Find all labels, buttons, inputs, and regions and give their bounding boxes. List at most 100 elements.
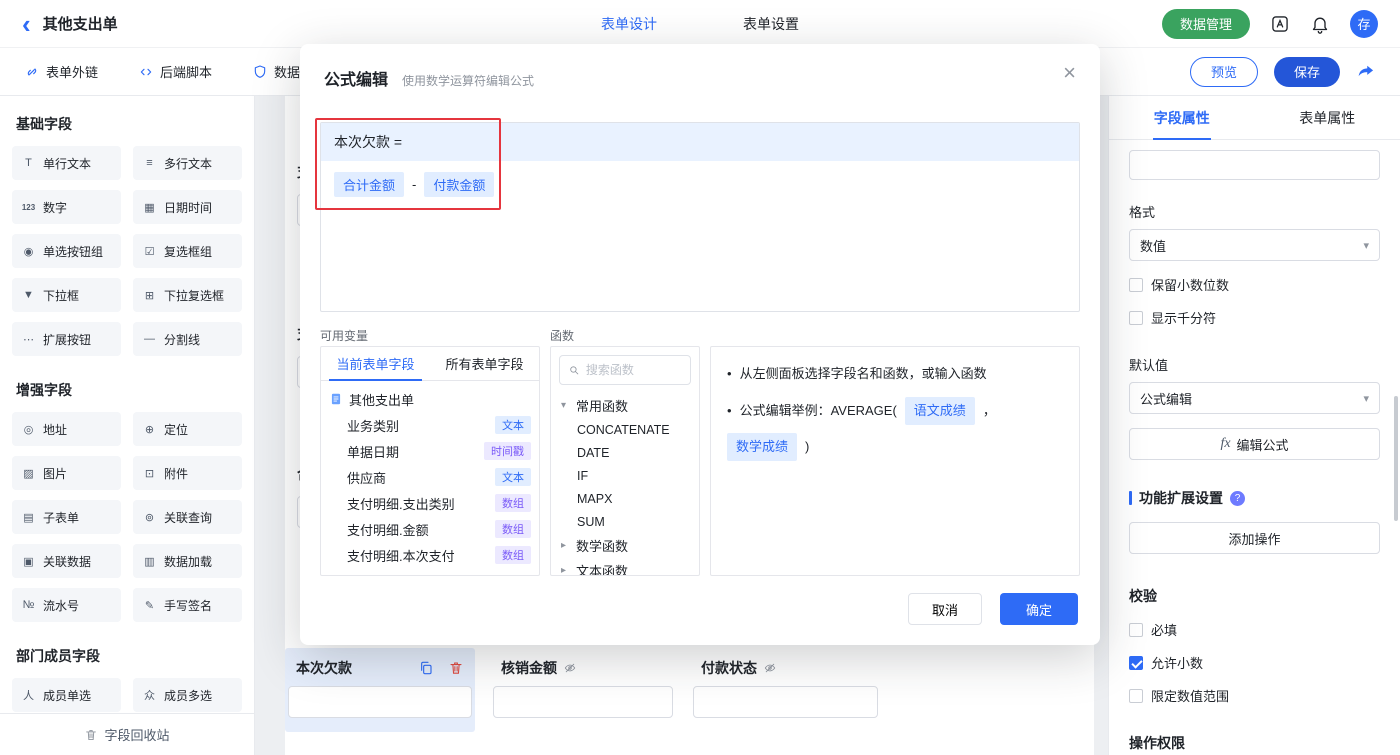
serial-number-icon: № bbox=[22, 599, 35, 611]
help-example-field: 语文成绩 bbox=[904, 397, 975, 425]
palette-item-extend-button[interactable]: ⋯ 扩展按钮 bbox=[12, 322, 121, 356]
checkbox-keep-decimals[interactable]: 保留小数位数 bbox=[1129, 275, 1380, 294]
back-button[interactable]: ‹ bbox=[22, 11, 31, 37]
toolbar-item-backend-script[interactable]: 后端脚本 bbox=[138, 62, 212, 81]
palette-item-linked-data[interactable]: ▣ 关联数据 bbox=[12, 544, 121, 578]
modal-header: 公式编辑 使用数学运算符编辑公式 bbox=[300, 44, 1100, 90]
palette-item-serial-number[interactable]: № 流水号 bbox=[12, 588, 121, 622]
panel-scrollbar[interactable] bbox=[1394, 396, 1398, 521]
data-manage-button[interactable]: 数据管理 bbox=[1161, 8, 1250, 39]
palette-item-subform[interactable]: ▤ 子表单 bbox=[12, 500, 121, 534]
palette-item-signature[interactable]: ✎ 手写签名 bbox=[133, 588, 242, 622]
palette-item-radio-group[interactable]: ◉ 单选按钮组 bbox=[12, 234, 121, 268]
palette-item-number[interactable]: 123 数字 bbox=[12, 190, 121, 224]
function-item[interactable]: MAPX bbox=[561, 487, 689, 510]
palette-item-label: 图片 bbox=[43, 466, 68, 481]
shield-icon bbox=[252, 64, 268, 80]
tab-current-form-fields[interactable]: 当前表单字段 bbox=[321, 347, 430, 381]
palette-item-address[interactable]: ◎ 地址 bbox=[12, 412, 121, 446]
function-search-input[interactable] bbox=[585, 363, 682, 377]
lookup-query-icon: ⊚ bbox=[144, 511, 155, 524]
format-select[interactable]: 数值 ▾ bbox=[1129, 229, 1380, 261]
tab-field-properties[interactable]: 字段属性 bbox=[1109, 96, 1255, 139]
add-action-button[interactable]: 添加操作 bbox=[1129, 522, 1380, 554]
variable-item[interactable]: 业务类别 文本 bbox=[329, 412, 531, 438]
checkbox-thousand-separator[interactable]: 显示千分符 bbox=[1129, 308, 1380, 327]
default-value-select[interactable]: 公式编辑 ▾ bbox=[1129, 382, 1380, 414]
palette-item-dropdown[interactable]: ▼ 下拉框 bbox=[12, 278, 121, 312]
palette-item-label: 关联数据 bbox=[43, 554, 92, 569]
tab-form-settings[interactable]: 表单设置 bbox=[743, 14, 799, 34]
function-group-text[interactable]: ▸ 文本函数 bbox=[561, 558, 689, 575]
checkbox-limit-range[interactable]: 限定数值范围 bbox=[1129, 686, 1380, 705]
checkbox-box bbox=[1129, 310, 1143, 325]
variable-item[interactable]: 支付明细.金额 数组 bbox=[329, 516, 531, 542]
checkbox-allow-decimals[interactable]: 允许小数 bbox=[1129, 653, 1380, 672]
palette-item-attachment[interactable]: ⊡ 附件 bbox=[133, 456, 242, 490]
cancel-button[interactable]: 取消 bbox=[908, 593, 982, 625]
edit-formula-button[interactable]: fx 编辑公式 bbox=[1129, 428, 1380, 460]
function-search[interactable] bbox=[559, 355, 691, 385]
checkbox-box bbox=[1129, 277, 1143, 292]
bell-icon[interactable] bbox=[1310, 14, 1330, 34]
preview-button[interactable]: 预览 bbox=[1189, 56, 1258, 87]
checkbox-required[interactable]: 必填 bbox=[1129, 620, 1380, 639]
palette-item-label: 扩展按钮 bbox=[43, 332, 92, 347]
formula-token-field[interactable]: 合计金额 bbox=[334, 172, 405, 197]
field-title-input[interactable] bbox=[1129, 150, 1380, 180]
field-recycle-bin[interactable]: 字段回收站 bbox=[0, 713, 254, 755]
function-item[interactable]: IF bbox=[561, 464, 689, 487]
palette-item-data-load[interactable]: ▥ 数据加载 bbox=[133, 544, 242, 578]
function-item[interactable]: CONCATENATE bbox=[561, 418, 689, 441]
translate-icon[interactable] bbox=[1270, 14, 1290, 34]
tab-form-properties[interactable]: 表单属性 bbox=[1255, 96, 1400, 139]
function-item[interactable]: DATE bbox=[561, 441, 689, 464]
doc-icon bbox=[329, 392, 343, 406]
function-group-label: 数学函数 bbox=[576, 539, 629, 554]
trash-icon[interactable] bbox=[448, 660, 464, 676]
checkbox-label: 保留小数位数 bbox=[1151, 278, 1230, 293]
link-icon bbox=[24, 64, 40, 80]
palette-item-member-single[interactable]: 人成员单选 bbox=[12, 678, 121, 712]
field-label: 本次欠款 bbox=[296, 660, 352, 676]
palette-item-location[interactable]: ⊕ 定位 bbox=[133, 412, 242, 446]
palette-item-single-line-text[interactable]: T 单行文本 bbox=[12, 146, 121, 180]
save-button[interactable]: 保存 bbox=[1273, 56, 1340, 87]
formula-token-field[interactable]: 付款金额 bbox=[424, 172, 495, 197]
variables-tree-root[interactable]: 其他支出单 bbox=[329, 386, 531, 412]
copy-icon[interactable] bbox=[418, 660, 434, 676]
checkbox-icon: ☑ bbox=[144, 245, 155, 258]
palette-item-label: 地址 bbox=[43, 422, 68, 437]
palette-item-checkbox-group[interactable]: ☑ 复选框组 bbox=[133, 234, 242, 268]
palette-item-image[interactable]: ▨ 图片 bbox=[12, 456, 121, 490]
confirm-button[interactable]: 确定 bbox=[1000, 593, 1078, 625]
function-group-common[interactable]: ▾ 常用函数 bbox=[561, 393, 689, 418]
tab-all-form-fields[interactable]: 所有表单字段 bbox=[430, 347, 539, 380]
toolbar-item-form-link[interactable]: 表单外链 bbox=[24, 62, 98, 81]
variable-item[interactable]: 支付明细.本次支付 数组 bbox=[329, 542, 531, 568]
function-group-math[interactable]: ▸ 数学函数 bbox=[561, 533, 689, 558]
palette-item-member-multi[interactable]: 众成员多选 bbox=[133, 678, 242, 712]
variable-item[interactable]: 单据日期 时间戳 bbox=[329, 438, 531, 464]
fx-icon: fx bbox=[1220, 436, 1231, 451]
palette-item-dropdown-multi[interactable]: ⊞ 下拉复选框 bbox=[133, 278, 242, 312]
canvas-field-writeoff-amount[interactable]: 核销金额 bbox=[490, 648, 680, 732]
tab-form-design[interactable]: 表单设计 bbox=[601, 14, 657, 34]
share-icon[interactable] bbox=[1356, 62, 1376, 82]
formula-target-line: 本次欠款 = bbox=[321, 123, 1079, 161]
palette-item-multi-line-text[interactable]: ≡ 多行文本 bbox=[133, 146, 242, 180]
palette-item-datetime[interactable]: ▦ 日期时间 bbox=[133, 190, 242, 224]
palette-item-divider[interactable]: — 分割线 bbox=[133, 322, 242, 356]
canvas-field-current-arrears[interactable]: 本次欠款 bbox=[285, 648, 475, 732]
function-item[interactable]: SUM bbox=[561, 510, 689, 533]
formula-help-panel: • 从左侧面板选择字段名和函数，或输入函数 • 公式编辑举例：AVERAGE( … bbox=[710, 346, 1080, 576]
variable-item[interactable]: 供应商 文本 bbox=[329, 464, 531, 490]
avatar[interactable]: 存 bbox=[1350, 9, 1378, 38]
variable-item[interactable]: 支付明细.支出类别 数组 bbox=[329, 490, 531, 516]
help-icon[interactable]: ? bbox=[1230, 490, 1245, 506]
canvas-field-payment-status[interactable]: 付款状态 bbox=[690, 648, 885, 732]
formula-editor[interactable]: 本次欠款 = 合计金额 - 付款金额 bbox=[320, 122, 1080, 312]
palette-item-label: 复选框组 bbox=[164, 244, 213, 259]
close-icon[interactable]: × bbox=[1063, 60, 1076, 86]
palette-item-lookup-query[interactable]: ⊚ 关联查询 bbox=[133, 500, 242, 534]
